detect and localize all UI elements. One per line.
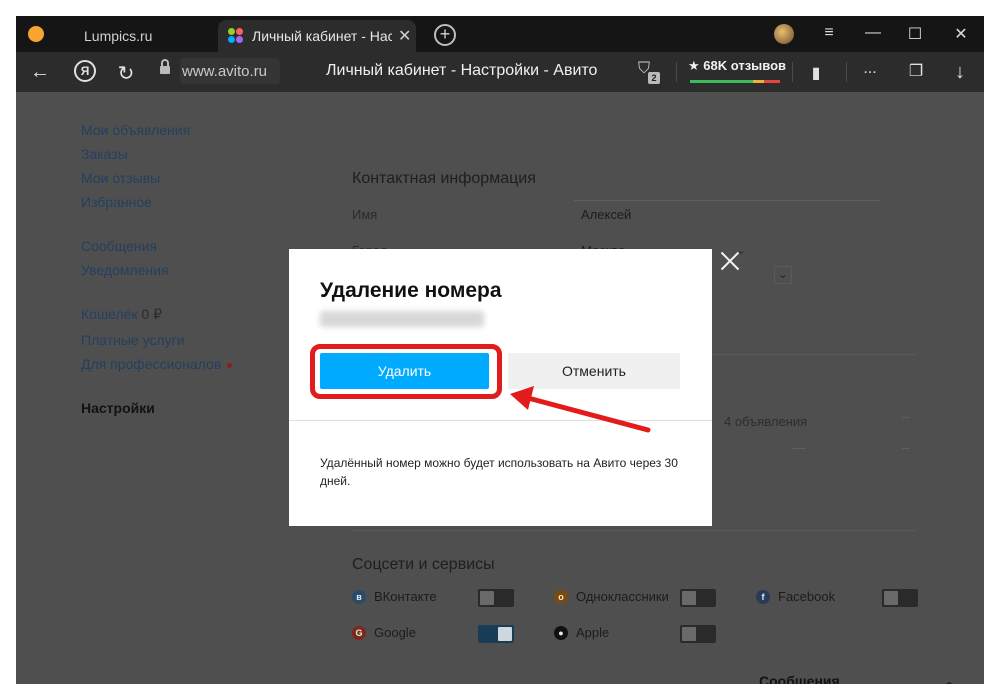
vk-icon: в <box>352 589 366 604</box>
divider <box>352 530 916 531</box>
ads-count: 4 объявления <box>724 414 808 429</box>
close-window-icon[interactable]: ✕ <box>950 24 972 44</box>
apple-icon: ● <box>554 625 568 640</box>
sidebar-item-wallet[interactable]: Кошелёк 0 ₽ <box>81 306 162 323</box>
divider <box>676 62 677 82</box>
facebook-icon: f <box>756 589 770 604</box>
tab-label: Lumpics.ru <box>84 28 153 44</box>
tab-avito[interactable]: Личный кабинет - Настройки - Авито ✕ <box>218 20 416 52</box>
chevron-up-icon[interactable]: ︿ <box>942 671 956 684</box>
notification-dot <box>227 362 233 368</box>
google-icon: G <box>352 625 366 640</box>
name-input[interactable]: Алексей <box>581 207 631 222</box>
cancel-button[interactable]: Отменить <box>508 353 680 389</box>
close-icon[interactable] <box>718 249 742 273</box>
pro-label: Для профессионалов <box>81 356 222 372</box>
close-tab-icon[interactable]: ✕ <box>398 26 411 46</box>
sidebar-item-settings[interactable]: Настройки <box>81 400 155 416</box>
social-vk: в ВКонтакте <box>352 589 437 604</box>
tab-label: Личный кабинет - Настройки - Авито <box>252 28 392 44</box>
toggle-vk[interactable] <box>478 589 514 607</box>
dash <box>902 448 910 449</box>
wallet-amount: 0 ₽ <box>141 306 163 322</box>
messages-panel[interactable]: Сообщения ︿ <box>743 666 984 684</box>
toggle-facebook[interactable] <box>882 589 918 607</box>
toggle-ok[interactable] <box>680 589 716 607</box>
tab-bar: Lumpics.ru Личный кабинет - Настройки - … <box>16 16 984 52</box>
sidebar-item-notifications[interactable]: Уведомления <box>81 262 169 278</box>
lock-icon[interactable] <box>160 59 170 76</box>
avito-favicon-icon <box>228 28 244 44</box>
chevron-down-icon: ⌄ <box>778 267 789 281</box>
toggle-apple[interactable] <box>680 625 716 643</box>
dash <box>902 417 910 418</box>
sidebar-item-messages[interactable]: Сообщения <box>81 238 157 254</box>
reviews-label: ★ 68K отзывов <box>688 58 787 73</box>
divider <box>289 420 712 421</box>
new-tab-button[interactable]: + <box>434 24 456 46</box>
sidebar-item-favorites[interactable]: Избранное <box>81 194 152 210</box>
minimize-icon[interactable]: — <box>862 24 884 42</box>
protect-icon[interactable]: ⛉ 2 <box>638 60 662 84</box>
url-field[interactable]: www.avito.ru <box>182 63 267 80</box>
sidebar-item-paid-services[interactable]: Платные услуги <box>81 332 185 348</box>
input-border <box>574 200 880 201</box>
divider <box>846 62 847 82</box>
sidebar-item-orders[interactable]: Заказы <box>81 146 128 162</box>
address-bar: ← Я ↻ www.avito.ru Личный кабинет - Наст… <box>16 52 984 92</box>
divider <box>792 62 793 82</box>
social-ok: о Одноклассники <box>554 589 669 604</box>
yandex-icon[interactable]: Я <box>74 60 96 82</box>
protect-badge: 2 <box>648 72 660 84</box>
contact-section-title: Контактная информация <box>352 170 536 187</box>
social-apple: ● Apple <box>554 625 609 640</box>
download-icon[interactable]: ↓ <box>948 61 972 84</box>
extension-icon[interactable] <box>774 24 794 44</box>
bookmark-icon[interactable]: ▮ <box>804 63 828 83</box>
name-label: Имя <box>352 207 378 222</box>
more-icon[interactable]: ... <box>858 60 882 78</box>
back-icon[interactable]: ← <box>28 61 52 84</box>
messages-panel-label: Сообщения <box>759 673 840 684</box>
social-google: G Google <box>352 625 416 640</box>
social-facebook: f Facebook <box>756 589 835 604</box>
refresh-icon[interactable]: ↻ <box>114 61 138 86</box>
phone-number-blurred <box>320 311 484 327</box>
sidebar-item-reviews[interactable]: Мои отзывы <box>81 170 160 186</box>
sidebar-item-my-ads[interactable]: Мои объявления <box>81 122 190 138</box>
maximize-icon[interactable]: ☐ <box>904 24 926 44</box>
annotation-highlight <box>310 344 502 399</box>
browser-logo-icon <box>28 26 44 42</box>
dialog-note: Удалённый номер можно будет использовать… <box>320 456 678 488</box>
social-section-title: Соцсети и сервисы <box>352 556 495 573</box>
menu-icon[interactable]: ≡ <box>818 24 840 42</box>
toggle-google[interactable] <box>478 625 514 643</box>
reader-icon[interactable]: ❐ <box>904 61 928 81</box>
reviews-widget[interactable]: ★ 68K отзывов <box>688 58 787 86</box>
sidebar-item-pro[interactable]: Для профессионалов <box>81 356 233 372</box>
wallet-label: Кошелёк <box>81 306 138 322</box>
dash <box>792 448 806 449</box>
page-title[interactable]: Личный кабинет - Настройки - Авито <box>326 62 597 80</box>
rating-bar <box>690 80 780 83</box>
dialog-title: Удаление номера <box>320 279 502 302</box>
ok-icon: о <box>554 589 568 604</box>
tab-lumpics[interactable]: Lumpics.ru <box>68 20 218 52</box>
